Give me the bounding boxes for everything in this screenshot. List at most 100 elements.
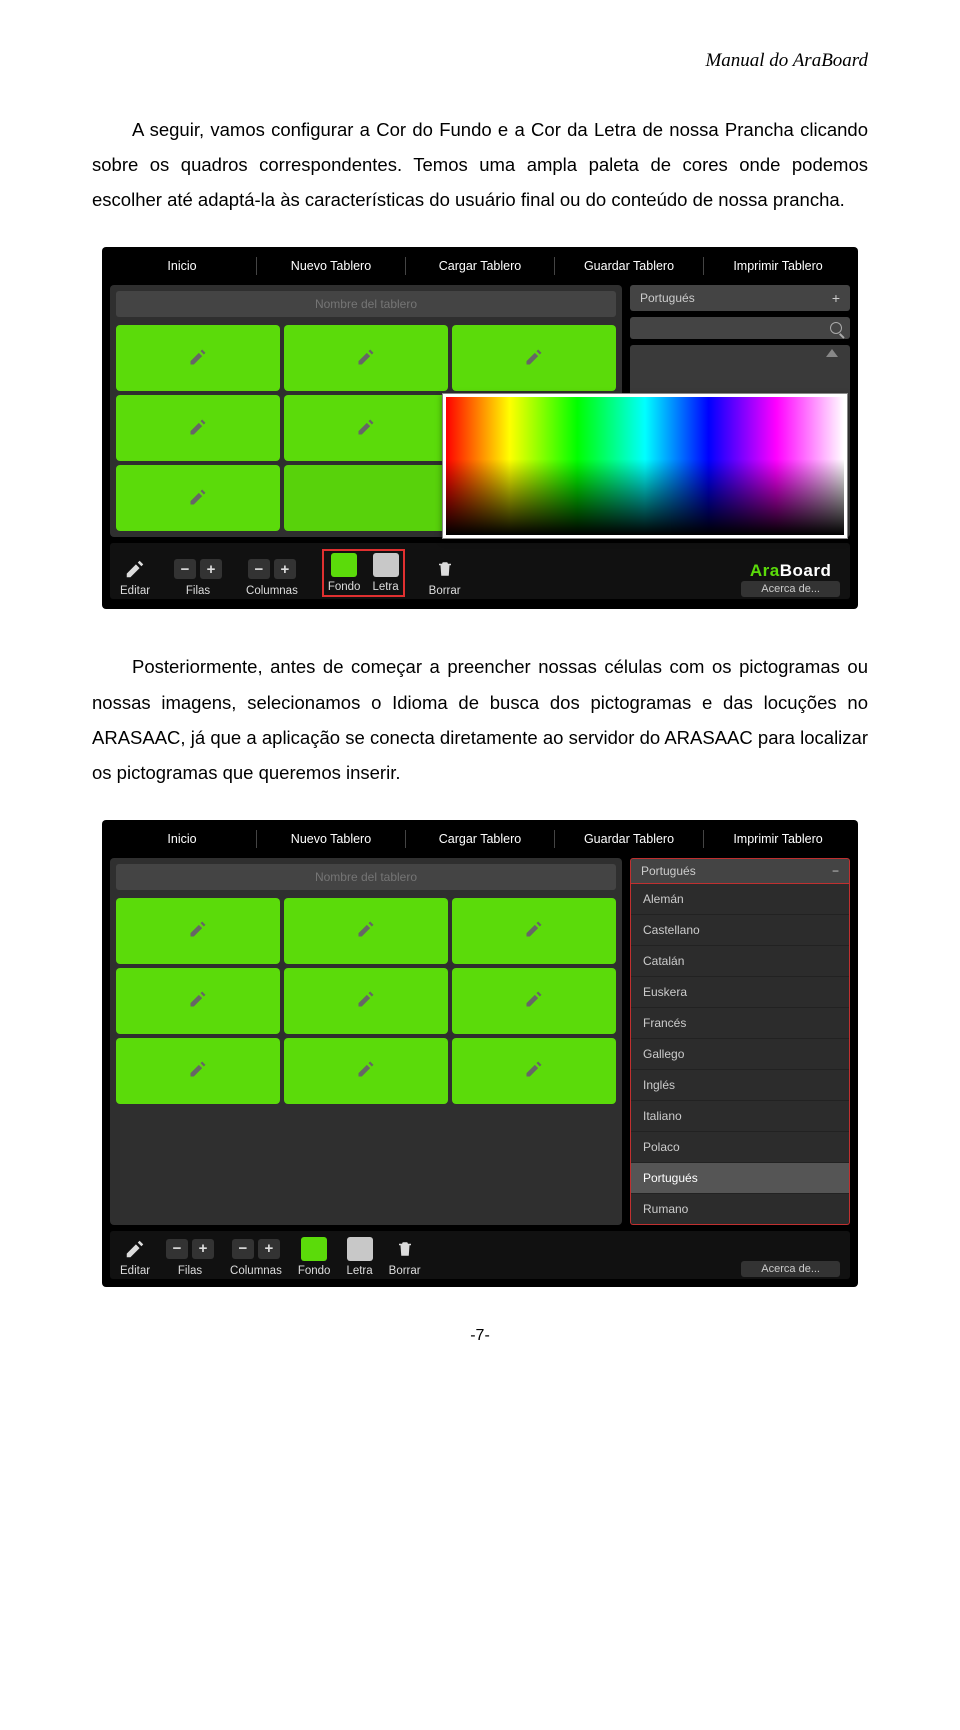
board-cell[interactable] bbox=[116, 395, 280, 461]
columnas-label: Columnas bbox=[230, 1265, 282, 1277]
columnas-label: Columnas bbox=[246, 585, 298, 597]
menu-imprimir-tablero[interactable]: Imprimir Tablero bbox=[704, 255, 852, 277]
pencil-icon bbox=[188, 919, 208, 942]
language-selected-label: Portugués bbox=[640, 291, 695, 305]
right-sidebar: Portugués − Alemán Castellano Catalán Eu… bbox=[630, 858, 850, 1225]
editar-label: Editar bbox=[120, 585, 150, 597]
filas-minus[interactable]: − bbox=[166, 1239, 188, 1259]
board-cell[interactable] bbox=[284, 898, 448, 964]
language-option[interactable]: Francés bbox=[631, 1008, 849, 1039]
borrar-label: Borrar bbox=[389, 1265, 421, 1277]
filas-label: Filas bbox=[178, 1265, 202, 1277]
board-cell[interactable] bbox=[452, 325, 616, 391]
board-cell[interactable] bbox=[284, 968, 448, 1034]
filas-control[interactable]: −+ Filas bbox=[174, 557, 222, 597]
letra-swatch-button[interactable]: Letra bbox=[346, 1237, 372, 1277]
board-name-input-row bbox=[116, 864, 616, 890]
pencil-icon bbox=[188, 989, 208, 1012]
manual-title: Manual do AraBoard bbox=[92, 50, 868, 72]
fondo-color-swatch bbox=[331, 553, 357, 577]
letra-label: Letra bbox=[372, 581, 398, 593]
columnas-plus[interactable]: + bbox=[274, 559, 296, 579]
board-name-input[interactable] bbox=[216, 870, 516, 884]
language-select[interactable]: Portugués + bbox=[630, 285, 850, 311]
fondo-label: Fondo bbox=[328, 581, 361, 593]
color-spectrum[interactable] bbox=[446, 397, 844, 535]
language-option[interactable]: Rumano bbox=[631, 1194, 849, 1224]
letra-color-swatch bbox=[373, 553, 399, 577]
menu-nuevo-tablero[interactable]: Nuevo Tablero bbox=[257, 828, 405, 850]
editar-button[interactable]: Editar bbox=[120, 557, 150, 597]
menu-guardar-tablero[interactable]: Guardar Tablero bbox=[555, 828, 703, 850]
menu-cargar-tablero[interactable]: Cargar Tablero bbox=[406, 255, 554, 277]
borrar-button[interactable]: Borrar bbox=[389, 1237, 421, 1277]
filas-control[interactable]: −+ Filas bbox=[166, 1237, 214, 1277]
pencil-icon bbox=[524, 989, 544, 1012]
color-picker-popup[interactable] bbox=[442, 393, 848, 539]
board-cell[interactable] bbox=[284, 395, 448, 461]
menu-imprimir-tablero[interactable]: Imprimir Tablero bbox=[704, 828, 852, 850]
pencil-icon bbox=[356, 347, 376, 370]
columnas-control[interactable]: −+ Columnas bbox=[246, 557, 298, 597]
filas-plus[interactable]: + bbox=[192, 1239, 214, 1259]
fondo-swatch-button[interactable]: Fondo bbox=[298, 1237, 331, 1277]
filas-minus[interactable]: − bbox=[174, 559, 196, 579]
columnas-minus[interactable]: − bbox=[248, 559, 270, 579]
letra-label: Letra bbox=[346, 1265, 372, 1277]
filas-plus[interactable]: + bbox=[200, 559, 222, 579]
pencil-icon bbox=[356, 989, 376, 1012]
board-cell[interactable] bbox=[116, 1038, 280, 1104]
menu-guardar-tablero[interactable]: Guardar Tablero bbox=[555, 255, 703, 277]
top-menu-bar: Inicio Nuevo Tablero Cargar Tablero Guar… bbox=[102, 247, 858, 281]
board-cell[interactable] bbox=[284, 325, 448, 391]
menu-nuevo-tablero[interactable]: Nuevo Tablero bbox=[257, 255, 405, 277]
fondo-swatch-button[interactable]: Fondo bbox=[328, 553, 361, 593]
page-number: -7- bbox=[92, 1327, 868, 1345]
scroll-up-icon[interactable] bbox=[826, 349, 838, 357]
language-option[interactable]: Portugués bbox=[631, 1163, 849, 1194]
editar-button[interactable]: Editar bbox=[120, 1237, 150, 1277]
board-cell[interactable] bbox=[116, 968, 280, 1034]
board-cell[interactable] bbox=[116, 465, 280, 531]
top-menu-bar: Inicio Nuevo Tablero Cargar Tablero Guar… bbox=[102, 820, 858, 854]
pencil-icon bbox=[356, 919, 376, 942]
board-cell[interactable] bbox=[452, 898, 616, 964]
araboard-app-screenshot-1: Inicio Nuevo Tablero Cargar Tablero Guar… bbox=[102, 247, 858, 609]
language-option[interactable]: Catalán bbox=[631, 946, 849, 977]
pencil-icon bbox=[524, 919, 544, 942]
acerca-de-button[interactable]: Acerca de... bbox=[741, 581, 840, 597]
search-row[interactable] bbox=[630, 317, 850, 339]
board-cell[interactable] bbox=[452, 968, 616, 1034]
pencil-icon bbox=[124, 557, 146, 581]
menu-cargar-tablero[interactable]: Cargar Tablero bbox=[406, 828, 554, 850]
language-select[interactable]: Portugués − bbox=[630, 858, 850, 884]
paragraph-2: Posteriormente, antes de começar a preen… bbox=[92, 649, 868, 790]
board-cell[interactable] bbox=[284, 1038, 448, 1104]
columnas-plus[interactable]: + bbox=[258, 1239, 280, 1259]
logo-area: AraBoard Acerca de... bbox=[741, 561, 840, 597]
language-option[interactable]: Gallego bbox=[631, 1039, 849, 1070]
borrar-button[interactable]: Borrar bbox=[429, 557, 461, 597]
language-option[interactable]: Polaco bbox=[631, 1132, 849, 1163]
board-name-input[interactable] bbox=[216, 297, 516, 311]
language-option[interactable]: Castellano bbox=[631, 915, 849, 946]
board-cell[interactable] bbox=[284, 465, 448, 531]
language-option[interactable]: Inglés bbox=[631, 1070, 849, 1101]
board-cell[interactable] bbox=[116, 898, 280, 964]
menu-inicio[interactable]: Inicio bbox=[108, 828, 256, 850]
board-cell[interactable] bbox=[452, 1038, 616, 1104]
pencil-icon bbox=[188, 347, 208, 370]
columnas-minus[interactable]: − bbox=[232, 1239, 254, 1259]
trash-icon bbox=[436, 557, 454, 581]
menu-inicio[interactable]: Inicio bbox=[108, 255, 256, 277]
pencil-icon bbox=[188, 1059, 208, 1082]
letra-swatch-button[interactable]: Letra bbox=[372, 553, 398, 593]
language-option[interactable]: Italiano bbox=[631, 1101, 849, 1132]
board-cell[interactable] bbox=[116, 325, 280, 391]
cell-grid bbox=[116, 898, 616, 1104]
columnas-control[interactable]: −+ Columnas bbox=[230, 1237, 282, 1277]
acerca-de-button[interactable]: Acerca de... bbox=[741, 1261, 840, 1277]
language-option[interactable]: Alemán bbox=[631, 884, 849, 915]
pencil-icon bbox=[356, 1059, 376, 1082]
language-option[interactable]: Euskera bbox=[631, 977, 849, 1008]
